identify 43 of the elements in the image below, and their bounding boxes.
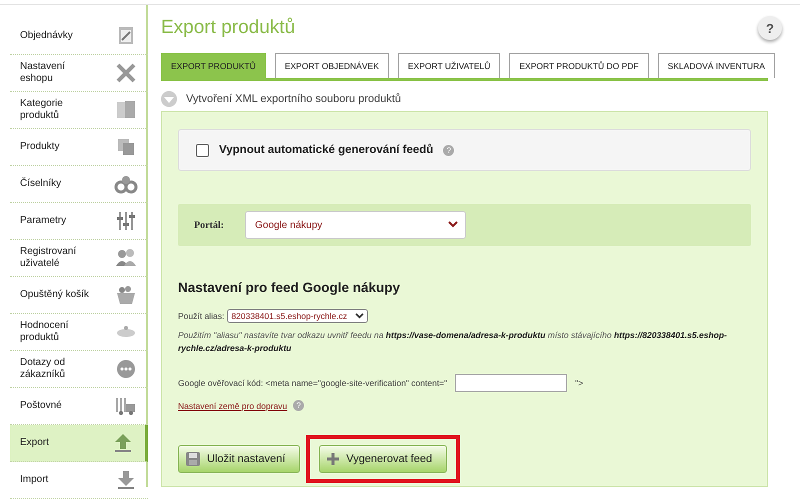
sidebar-item[interactable]: Kategorie produktů xyxy=(10,92,148,129)
save-icon xyxy=(185,451,201,467)
tab[interactable]: EXPORT UŽIVATELŮ xyxy=(398,53,500,78)
checkbox-label: Vypnout automatické generování feedů xyxy=(219,144,434,156)
section-heading: Nastavení pro feed Google nákupy xyxy=(178,280,402,295)
generate-button[interactable]: Vygenerovat feed xyxy=(319,445,448,473)
sidebar-item[interactable]: Objednávky xyxy=(10,18,148,55)
save-button[interactable]: Uložit nastavení xyxy=(178,445,300,473)
caret-icon xyxy=(448,220,458,228)
page-title: Export produktů xyxy=(161,17,296,39)
chat-icon xyxy=(114,357,138,381)
sidebar-item[interactable]: Import xyxy=(10,462,148,499)
help-text: Použitím "aliasu" nastavíte tvar odkazu uvnitř feedu na https://vase-domena/adresa-k-produktu místo stávajícího https://820338401.s5.eshop-rychle.cz/adresa-k-produktu xyxy=(178,329,728,355)
alias-dropdown[interactable]: 820338401.s5.eshop-rychle.cz xyxy=(227,309,368,323)
basket-icon xyxy=(114,283,138,307)
tab[interactable]: EXPORT PRODUKTŮ xyxy=(161,53,266,78)
shipping-link[interactable]: Nastavení země pro dopravu xyxy=(178,400,288,410)
sidebar-item[interactable]: Parametry xyxy=(10,203,148,240)
tools-icon xyxy=(114,61,138,85)
portal-dropdown[interactable]: Google nákupy xyxy=(245,211,466,239)
sidebar-item[interactable]: Číselníky xyxy=(10,166,148,203)
tab[interactable]: SKLADOVÁ INVENTURA xyxy=(658,53,775,78)
tab[interactable]: EXPORT PRODUKTŮ DO PDF xyxy=(509,53,649,78)
plus-icon xyxy=(326,452,340,466)
section-title: Vytvoření XML exportního souboru produktů xyxy=(186,93,402,105)
sidebar-item[interactable]: Registrovaní uživatelé xyxy=(10,240,148,277)
sidebar-item[interactable]: Dotazy od zákazníků xyxy=(10,351,148,388)
tab[interactable]: EXPORT OBJEDNÁVEK xyxy=(274,53,389,78)
verification-input[interactable] xyxy=(455,374,568,392)
sidebar-item[interactable]: Hodnocení produktů xyxy=(10,314,148,351)
checkbox[interactable] xyxy=(196,144,209,156)
sidebar-item[interactable]: Produkty xyxy=(10,129,148,166)
caret-icon xyxy=(355,313,364,319)
sidebar-item[interactable]: Export xyxy=(10,425,148,462)
field-label: Použít alias: xyxy=(178,311,224,321)
sliders-icon xyxy=(114,209,138,233)
field-label: Portál: xyxy=(194,220,224,230)
sidebar-item[interactable]: Nastavení eshopu xyxy=(10,55,148,92)
sidebar-item[interactable]: Opuštěný košík xyxy=(10,277,148,314)
field-label: "> xyxy=(575,378,584,388)
help-button[interactable]: ? xyxy=(758,16,782,40)
field-label: Google ověřovací kód: <meta name="google-site-verification" content=" xyxy=(178,378,448,388)
collapse-icon[interactable] xyxy=(161,91,177,107)
